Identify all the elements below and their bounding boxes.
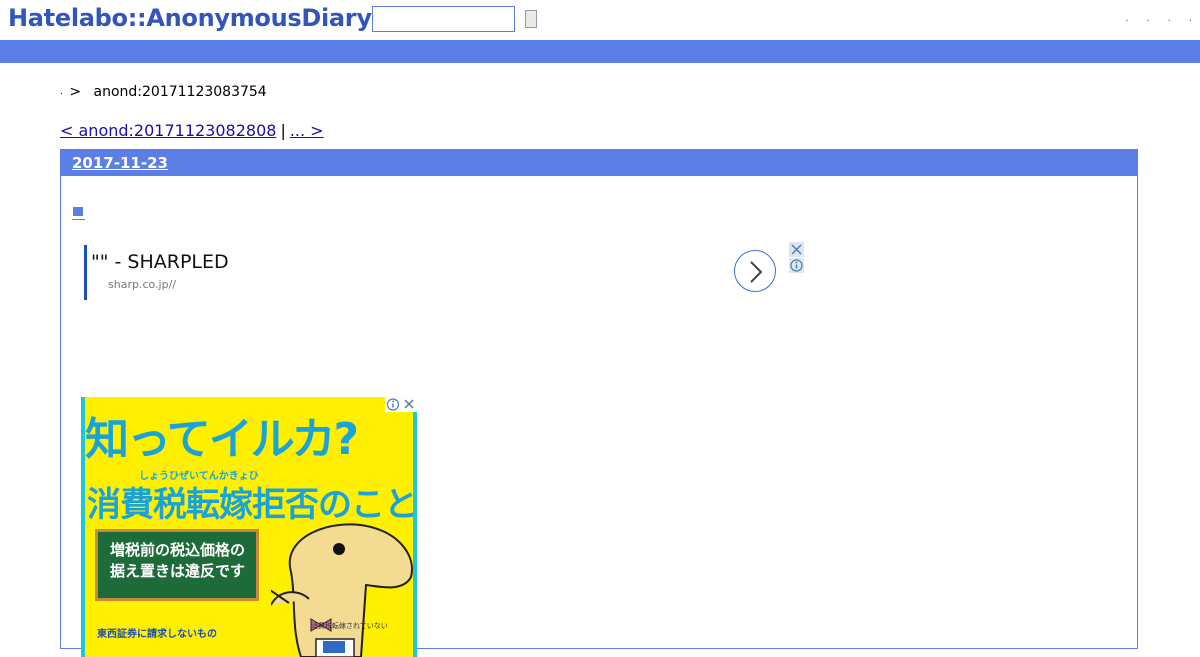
square-bullet-icon <box>73 207 83 216</box>
entry-date-link[interactable]: 2017-11-23 <box>72 154 168 172</box>
ad-info-button[interactable] <box>789 258 804 273</box>
header-links: . . . . <box>1125 14 1192 24</box>
header-link-4[interactable]: . <box>1189 14 1192 24</box>
header-link-3[interactable]: . <box>1168 14 1171 24</box>
search-input[interactable] <box>372 6 515 32</box>
chevron-right-icon <box>750 261 763 283</box>
site-header: Hatelabo::AnonymousDiary . . . . <box>0 0 1200 40</box>
ad-close-button[interactable] <box>789 242 804 257</box>
banner-headline: 知ってイルカ? <box>85 414 359 465</box>
header-link-2[interactable]: . <box>1146 14 1149 24</box>
entry-date-bar: 2017-11-23 <box>61 150 1137 176</box>
breadcrumb-current: anond:20171123083754 <box>93 84 267 100</box>
close-icon <box>791 244 802 255</box>
site-logo[interactable]: Hatelabo::AnonymousDiary <box>8 4 372 32</box>
header-link-1[interactable]: . <box>1125 14 1128 24</box>
banner-board-text: 増税前の税込価格の 据え置きは違反です <box>110 540 245 582</box>
ad-url[interactable]: sharp.co.jp// <box>108 278 176 291</box>
header-band <box>0 40 1200 63</box>
ad-open-button[interactable] <box>734 250 776 292</box>
text-ad[interactable]: "" - SHARPLED sharp.co.jp// <box>84 242 804 300</box>
banner-ad-controls <box>385 397 417 412</box>
image-ad-banner[interactable]: 知ってイルカ? しょうひぜいてんかきょひ 消費税転嫁拒否のこと。 増税前の税込価… <box>81 397 417 657</box>
ad-accent-bar <box>84 245 87 300</box>
banner-footer-left: 東西証券に請求しないもの <box>97 629 217 640</box>
entry-permalink[interactable] <box>72 206 85 220</box>
breadcrumb-home-link[interactable]: . <box>60 87 63 97</box>
ad-title[interactable]: "" - SHARPLED <box>91 251 229 273</box>
banner-board-line-2: 据え置きは違反です <box>110 562 246 580</box>
search-button[interactable] <box>525 10 537 28</box>
dolphin-mascot-icon <box>271 523 413 657</box>
prev-entry-link[interactable]: < anond:20171123082808 <box>60 121 276 140</box>
info-icon <box>790 259 803 272</box>
breadcrumb-separator: > <box>69 84 82 100</box>
next-entry-link[interactable]: ... > <box>290 121 324 140</box>
breadcrumb: . > anond:20171123083754 <box>60 84 267 100</box>
banner-chalkboard: 増税前の税込価格の 据え置きは違反です <box>95 529 259 601</box>
diary-entry: 2017-11-23 "" - SHARPLED sharp.co.jp// 知… <box>60 149 1138 657</box>
pager-divider: | <box>280 121 286 140</box>
ad-choices-icon[interactable] <box>385 397 417 412</box>
banner-board-line-1: 増税前の税込価格の <box>110 541 246 559</box>
entry-pager: < anond:20171123082808 |... > <box>60 121 324 140</box>
